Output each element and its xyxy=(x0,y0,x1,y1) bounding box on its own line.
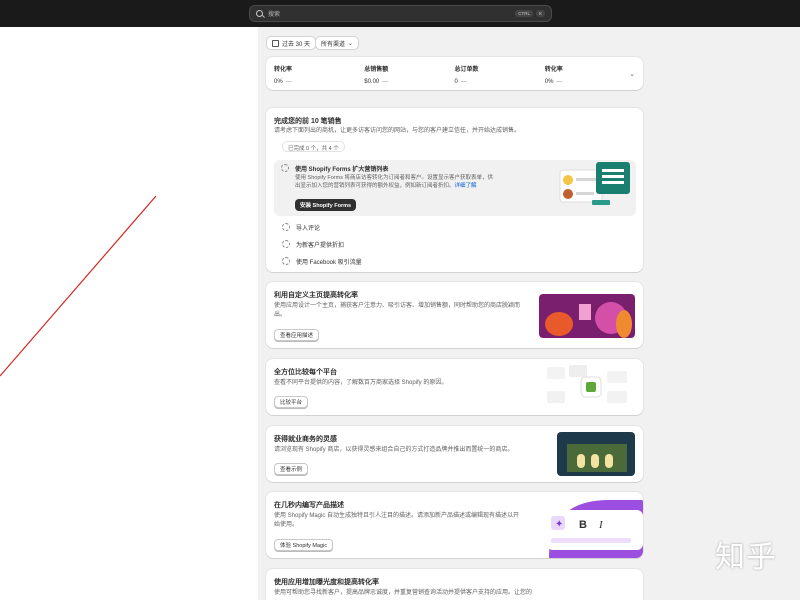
task-facebook-traffic[interactable]: 使用 Facebook 吸引流量 xyxy=(296,257,362,266)
metric-change: — xyxy=(556,79,563,85)
view-app-button[interactable]: 查看应用描述 xyxy=(274,329,320,341)
forms-illustration xyxy=(559,162,630,205)
channel-filter-label: 所有渠道 xyxy=(321,41,346,48)
metric[interactable]: 转化率 0% — xyxy=(545,64,635,90)
task-checkbox[interactable] xyxy=(281,164,289,172)
metric-value: 0 xyxy=(454,79,458,85)
progress-indicator[interactable]: 已完成 0 个，共 4 个 xyxy=(282,141,345,152)
card-description-2: 出。 xyxy=(274,312,287,318)
shortcut-ctrl: CTRL xyxy=(515,10,533,17)
metric-label: 转化率 xyxy=(544,67,563,73)
onboarding-card: 完成您的前 10 笔销售 请考虑下面列出的商机，让更多访客访问您的网站，与您的客… xyxy=(266,108,643,272)
card-description-2: 始使用。 xyxy=(274,522,299,528)
install-forms-button[interactable]: 安装 Shopify Forms xyxy=(295,199,357,211)
metric-value: 0% xyxy=(274,79,283,85)
card-title: 利用自定义主页提高转化率 xyxy=(274,292,358,299)
metric-label: 总订单数 xyxy=(454,67,479,73)
metric[interactable]: 总销售额 $0.00— xyxy=(364,64,454,90)
card-description-1: 使用应用设计一个主页，捕获客户注意力、吸引访客、增加销售额，同时帮助您的商店脱颖… xyxy=(274,303,521,309)
try-magic-button[interactable]: 体验 Shopify Magic xyxy=(274,539,334,551)
watermark-logo: 知乎 xyxy=(715,540,777,575)
svg-text:✦: ✦ xyxy=(555,519,563,530)
card-title: 在几秒内编写产品描述 xyxy=(274,502,344,509)
active-task[interactable]: 使用 Shopify Forms 扩大营销列表 使用 Shopify Forms… xyxy=(274,160,636,216)
apps-card: 使用应用增加曝光度和提高转化率 使用可帮助您寻找新客户，提高品牌忠诚度，并重复营… xyxy=(266,569,643,600)
task-import-reviews[interactable]: 导入评论 xyxy=(296,223,320,232)
channel-filter-button[interactable]: 所有渠道 ⌄ xyxy=(315,36,360,50)
expand-chevron-icon[interactable]: ⌄ xyxy=(629,70,635,78)
metric-change: — xyxy=(285,79,292,85)
active-task-title: 使用 Shopify Forms 扩大营销列表 xyxy=(295,167,389,173)
onboarding-title: 完成您的前 10 笔销售 xyxy=(274,118,342,125)
home-main: 过去 30 天 所有渠道 ⌄ 转化率 0% — 总销售额 $0.00— 总订单数 … xyxy=(258,27,650,600)
active-task-description-1: 使用 Shopify Forms 将商店访客转化为订阅者和客户。设置显示客户获取… xyxy=(295,175,494,181)
metric[interactable]: 转化率 0% — xyxy=(274,64,364,90)
compare-platforms-card: 全方位比较每个平台 查看不同平台提供的内容，了解数百万商家选择 Shopify … xyxy=(266,359,643,415)
metric-value: 0% xyxy=(544,79,554,85)
custom-homepage-card: 利用自定义主页提高转化率 使用应用设计一个主页，捕获客户注意力、吸引访客、增加销… xyxy=(266,282,643,348)
card-description-1: 请浏览现有 Shopify 商店，以获得灵感来组合自己的方式打造品牌并推出而置统… xyxy=(274,447,514,453)
date-range-label: 过去 30 天 xyxy=(282,41,311,48)
task-checkbox[interactable] xyxy=(282,223,290,231)
homepage-illustration xyxy=(539,294,635,338)
magic-illustration: ✦ B I xyxy=(547,500,643,558)
metric-change: — xyxy=(382,79,389,85)
search-bar[interactable]: 搜索 CTRL K xyxy=(249,5,552,22)
card-description-1: 查看不同平台提供的内容，了解数百万商家选择 Shopify 的原因。 xyxy=(274,380,448,386)
view-examples-button[interactable]: 查看示例 xyxy=(274,463,309,475)
search-icon xyxy=(256,10,263,17)
task-offer-discount[interactable]: 为新客户提供折扣 xyxy=(296,240,344,249)
shortcut-key: K xyxy=(535,10,545,17)
task-checkbox[interactable] xyxy=(282,257,290,265)
card-title: 全方位比较每个平台 xyxy=(274,369,337,376)
calendar-icon xyxy=(272,39,279,47)
metric-label: 总销售额 xyxy=(364,67,389,73)
inspiration-illustration xyxy=(557,432,635,476)
blank-left-panel xyxy=(0,27,258,600)
compare-platforms-button[interactable]: 比较平台 xyxy=(274,396,309,408)
top-bar: 搜索 CTRL K xyxy=(0,0,800,27)
svg-text:B: B xyxy=(579,519,587,531)
date-range-button[interactable]: 过去 30 天 xyxy=(266,36,317,50)
card-title: 使用应用增加曝光度和提高转化率 xyxy=(274,579,379,586)
metric-change: — xyxy=(460,79,467,85)
onboarding-description: 请考虑下面列出的商机，让更多访客访问您的网站，与您的客户建立信任，并开始达成销售… xyxy=(274,128,521,134)
card-title: 获得就业商务的灵感 xyxy=(274,436,337,443)
metrics-card: 转化率 0% — 总销售额 $0.00— 总订单数 0— 转化率 0% — ⌄ xyxy=(266,57,643,90)
card-description-1: 使用可帮助您寻找新客户，提高品牌忠诚度，并重复营销查询活动并提供客户支持的应用。… xyxy=(274,590,533,596)
task-checkbox[interactable] xyxy=(282,240,290,248)
metric-value: $0.00 xyxy=(364,79,380,85)
product-description-card: 在几秒内编写产品描述 使用 Shopify Magic 自动生成独特且引人注目的… xyxy=(266,492,643,558)
chevron-down-icon: ⌄ xyxy=(348,40,354,47)
active-task-description-2: 出显示加入您的营销列表可获得的额外权益，例如新订阅者折扣。详细了解 xyxy=(295,183,477,189)
card-description-1: 使用 Shopify Magic 自动生成独特且引人注目的描述。请添加新产品描述… xyxy=(274,513,520,519)
inspiration-card: 获得就业商务的灵感 请浏览现有 Shopify 商店，以获得灵感来组合自己的方式… xyxy=(266,426,643,482)
metric[interactable]: 总订单数 0— xyxy=(455,64,545,90)
metric-label: 转化率 xyxy=(274,67,293,73)
learn-more-link[interactable]: 详细了解 xyxy=(455,183,477,189)
search-placeholder: 搜索 xyxy=(268,12,281,18)
platforms-illustration xyxy=(547,365,627,403)
